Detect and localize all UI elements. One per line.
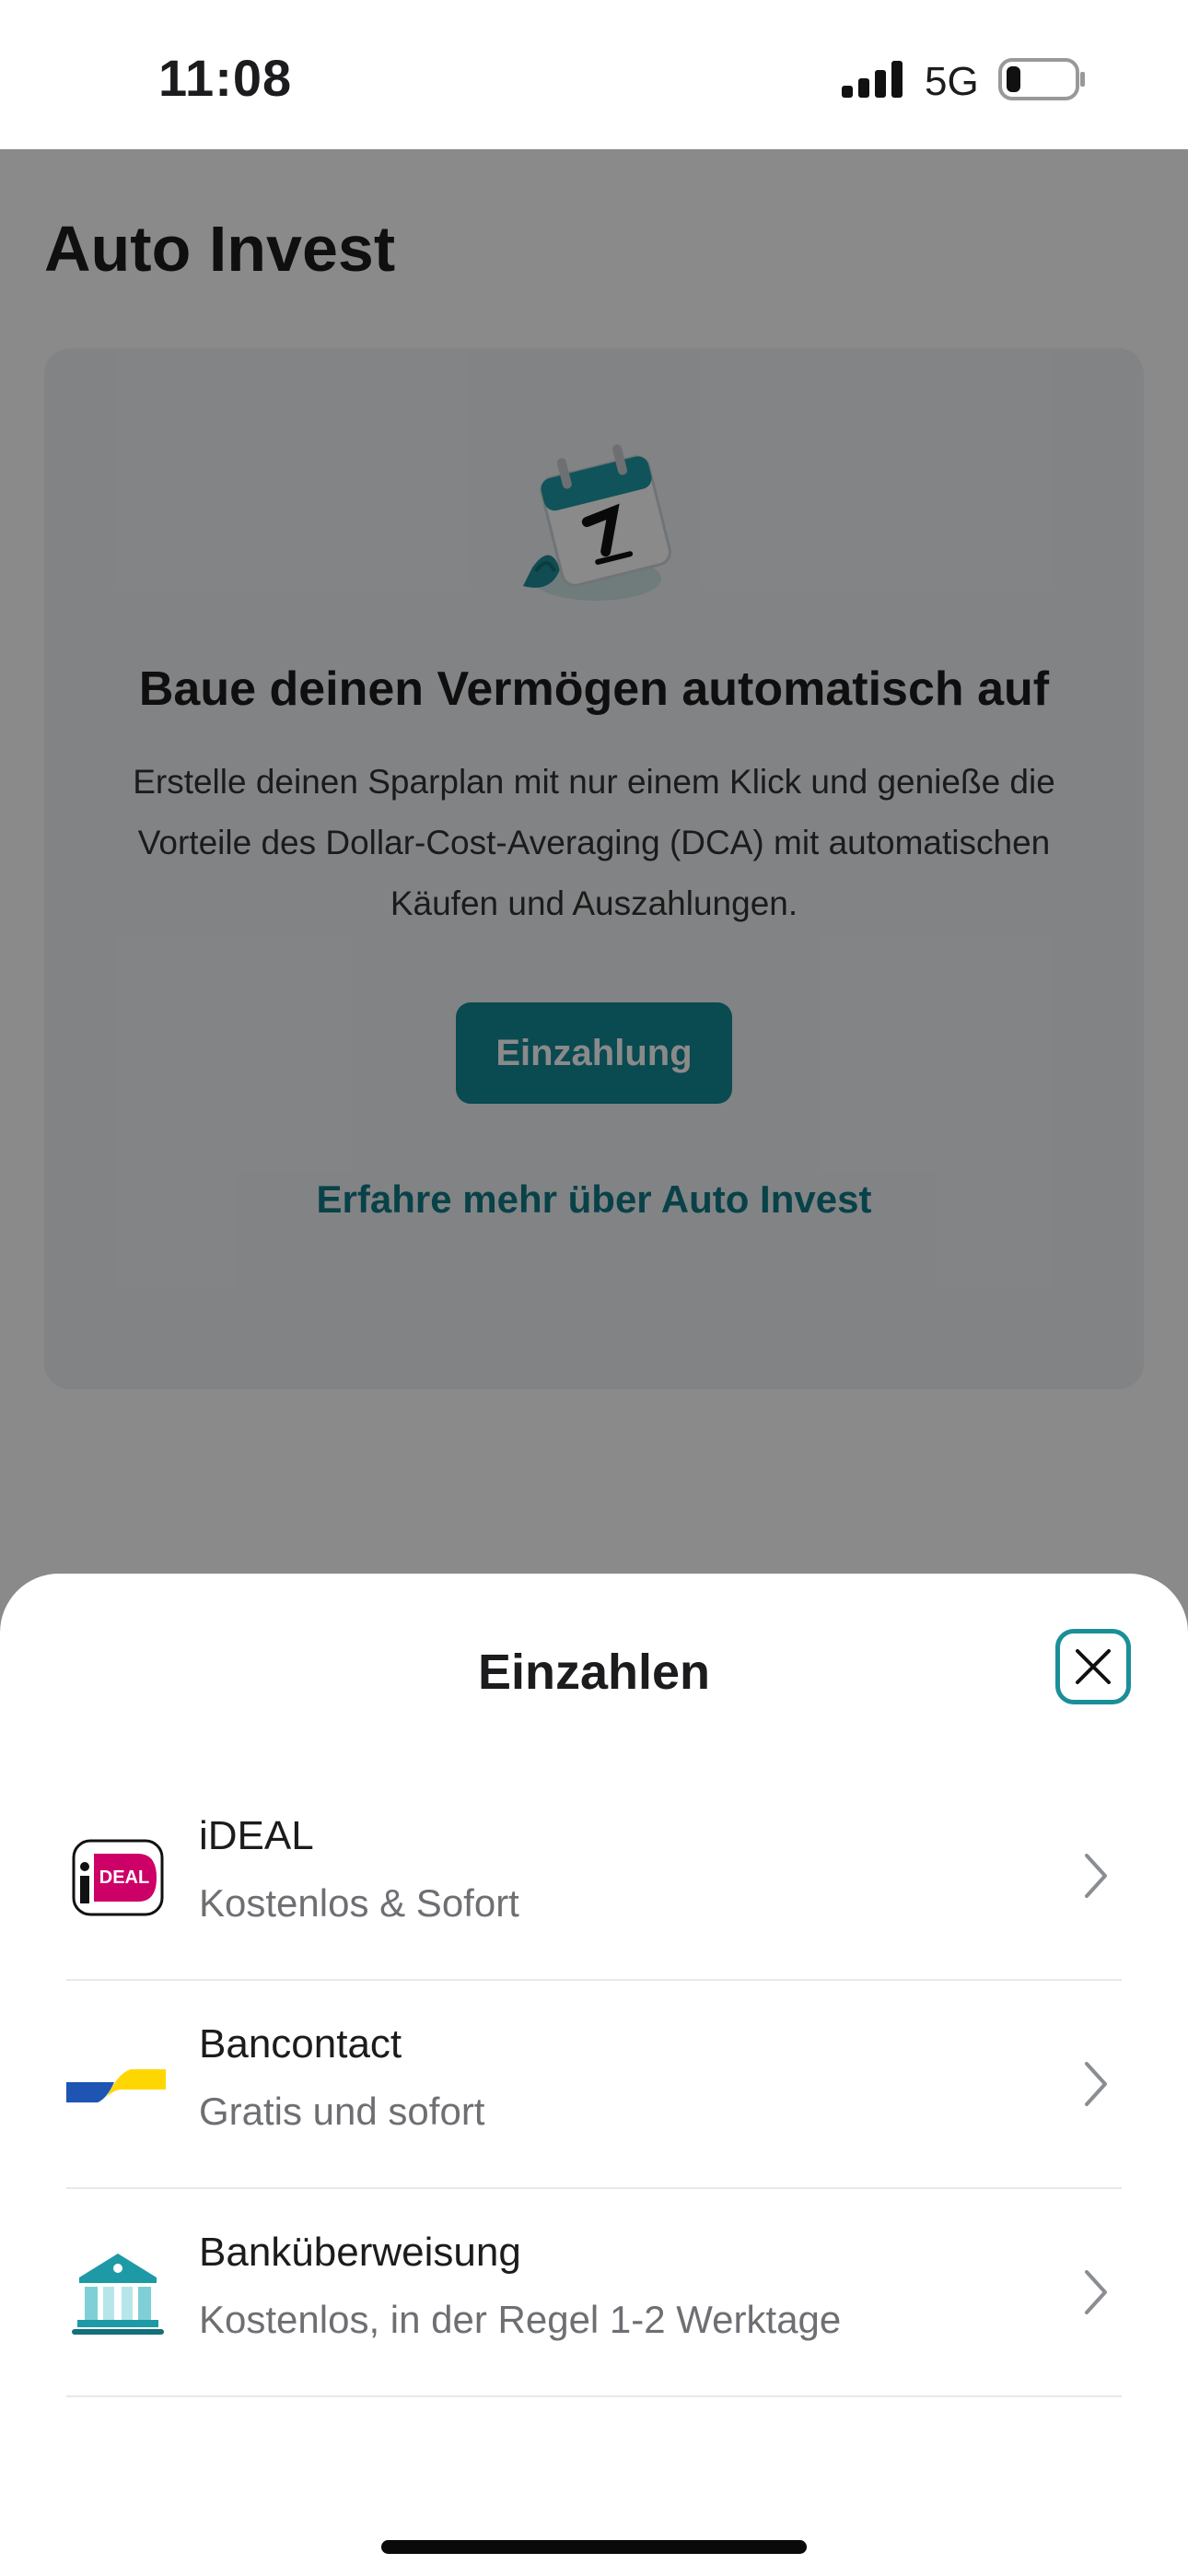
payment-method-description: Kostenlos, in der Regel 1-2 Werktage xyxy=(199,2298,842,2341)
payment-method-bancontact[interactable]: Bancontact Gratis und sofort xyxy=(66,1981,1122,2189)
chevron-right-icon xyxy=(1085,2270,1107,2314)
payment-method-list: DEAL iDEAL Kostenlos & Sofort Bancontact… xyxy=(66,1773,1122,2397)
payment-method-description: Gratis und sofort xyxy=(199,2090,485,2133)
close-button[interactable] xyxy=(1055,1629,1131,1704)
payment-method-ideal[interactable]: DEAL iDEAL Kostenlos & Sofort xyxy=(66,1773,1122,1981)
battery-icon xyxy=(998,58,1085,100)
close-icon xyxy=(1076,1649,1111,1684)
bancontact-logo-icon xyxy=(66,2038,169,2134)
payment-method-bank-transfer[interactable]: Banküberweisung Kostenlos, in der Regel … xyxy=(66,2189,1122,2397)
chevron-right-icon xyxy=(1085,1854,1107,1898)
status-bar: 11:08 5G xyxy=(0,0,1188,149)
home-indicator[interactable] xyxy=(381,2540,807,2554)
network-type: 5G xyxy=(925,59,979,104)
chevron-right-icon xyxy=(1085,2062,1107,2106)
sheet-title: Einzahlen xyxy=(477,1645,711,1700)
signal-strength-icon xyxy=(842,61,903,98)
status-time: 11:08 xyxy=(158,49,293,107)
bank-icon xyxy=(66,2246,169,2342)
deposit-bottom-sheet: Einzahlen DEAL iDEAL Kostenlos & Sofort xyxy=(0,1574,1188,2576)
payment-method-name: iDEAL xyxy=(199,1813,314,1858)
ideal-logo-text: DEAL xyxy=(99,1868,149,1888)
payment-method-name: Banküberweisung xyxy=(199,2230,521,2275)
ideal-logo-icon: DEAL xyxy=(66,1830,169,1926)
payment-method-name: Bancontact xyxy=(199,2021,402,2067)
payment-method-description: Kostenlos & Sofort xyxy=(199,1881,519,1925)
